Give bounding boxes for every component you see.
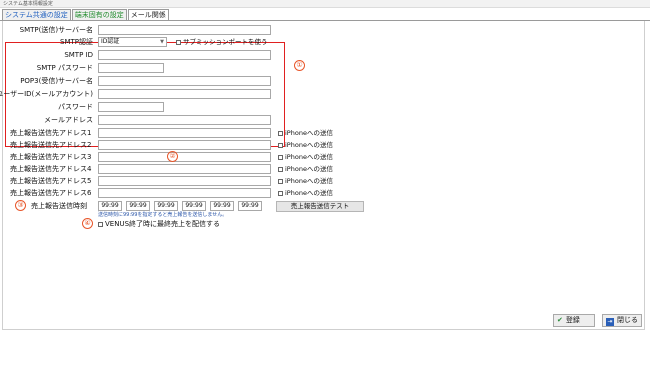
password-input[interactable] [98, 102, 164, 112]
send-time-label: 売上報告送信時刻 [31, 202, 87, 210]
sales-address-1-input[interactable] [98, 128, 271, 138]
pop3-server-label: POP3(受信)サーバー名 [20, 77, 93, 85]
sales-address-6-input[interactable] [98, 188, 271, 198]
smtp-auth-select[interactable]: ID認証 ▼ [98, 37, 167, 47]
mail-settings-panel: SMTP(送信)サーバー名 SMTP認証 ID認証 ▼ サブミッションポートを使… [0, 21, 645, 330]
marker-2: ② [167, 151, 178, 162]
marker-4: ④ [82, 218, 93, 229]
submission-port-label: サブミッションポートを使う [183, 38, 268, 46]
sales-address-2-label: 売上報告送信先アドレス2 [10, 141, 92, 149]
venus-final-sales-checkbox[interactable] [98, 222, 103, 227]
iphone-send-5-label: iPhoneへの送信 [285, 177, 333, 185]
iphone-send-1-checkbox[interactable] [278, 131, 283, 136]
sales-address-5-input[interactable] [98, 176, 271, 186]
mail-address-label: メールアドレス [44, 116, 93, 124]
user-id-label: ユーザーID(メールアカウント) [0, 90, 93, 98]
save-button[interactable]: ✔ 登録 [553, 314, 595, 327]
close-button[interactable]: ⇥ 閉じる [602, 314, 642, 327]
iphone-send-1-label: iPhoneへの送信 [285, 129, 333, 137]
sales-address-6-label: 売上報告送信先アドレス6 [10, 189, 92, 197]
iphone-send-4-label: iPhoneへの送信 [285, 165, 333, 173]
smtp-password-input[interactable] [98, 63, 164, 73]
check-icon: ✔ [557, 316, 563, 324]
smtp-auth-label: SMTP認証 [60, 38, 93, 46]
sales-address-5-label: 売上報告送信先アドレス5 [10, 177, 92, 185]
send-time-4[interactable]: 99:99 [182, 201, 206, 211]
send-time-1[interactable]: 99:99 [98, 201, 122, 211]
marker-3: ③ [15, 200, 26, 211]
chevron-down-icon: ▼ [160, 39, 164, 45]
iphone-send-2-checkbox[interactable] [278, 143, 283, 148]
user-id-input[interactable] [98, 89, 271, 99]
sales-address-3-input[interactable] [98, 152, 271, 162]
sales-address-1-label: 売上報告送信先アドレス1 [10, 129, 92, 137]
sales-address-2-input[interactable] [98, 140, 271, 150]
sales-report-test-button[interactable]: 売上報告送信テスト [276, 201, 364, 212]
iphone-send-2-label: iPhoneへの送信 [285, 141, 333, 149]
submission-port-checkbox[interactable] [176, 40, 181, 45]
iphone-send-6-label: iPhoneへの送信 [285, 189, 333, 197]
sales-address-4-label: 売上報告送信先アドレス4 [10, 165, 92, 173]
settings-window: システム基本情報設定 システム共通の設定 端末固有の設定 メール関係 SMTP(… [0, 0, 650, 366]
sales-address-4-input[interactable] [98, 164, 271, 174]
iphone-send-3-label: iPhoneへの送信 [285, 153, 333, 161]
exit-icon: ⇥ [606, 318, 614, 326]
save-button-label: 登録 [565, 316, 580, 324]
sales-address-3-label: 売上報告送信先アドレス3 [10, 153, 92, 161]
venus-final-sales-label: VENUS終了時に最終売上を配信する [105, 220, 221, 228]
window-title: システム基本情報設定 [0, 0, 650, 8]
smtp-server-label: SMTP(送信)サーバー名 [19, 26, 93, 34]
smtp-auth-value: ID認証 [101, 38, 120, 45]
smtp-id-label: SMTP ID [64, 51, 93, 59]
iphone-send-6-checkbox[interactable] [278, 191, 283, 196]
mail-address-input[interactable] [98, 115, 271, 125]
pop3-server-input[interactable] [98, 76, 271, 86]
smtp-password-label: SMTP パスワード [36, 64, 93, 72]
send-time-2[interactable]: 99:99 [126, 201, 150, 211]
close-button-label: 閉じる [617, 316, 638, 324]
iphone-send-3-checkbox[interactable] [278, 155, 283, 160]
send-time-3[interactable]: 99:99 [154, 201, 178, 211]
password-label: パスワード [58, 103, 93, 111]
smtp-id-input[interactable] [98, 50, 271, 60]
iphone-send-4-checkbox[interactable] [278, 167, 283, 172]
send-time-note: 送信時刻に99:99を指定すると売上報告を送信しません。 [98, 212, 228, 218]
send-time-5[interactable]: 99:99 [210, 201, 234, 211]
iphone-send-5-checkbox[interactable] [278, 179, 283, 184]
send-time-6[interactable]: 99:99 [238, 201, 262, 211]
marker-1: ① [294, 60, 305, 71]
smtp-server-input[interactable] [98, 25, 271, 35]
